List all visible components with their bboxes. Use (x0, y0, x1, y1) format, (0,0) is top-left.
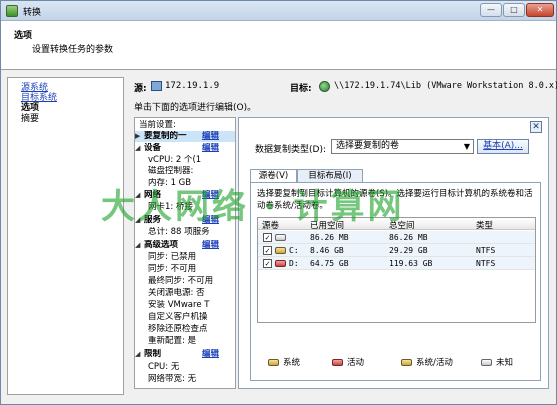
volume-checkbox[interactable]: ✓ (263, 259, 272, 268)
used-space: 64.75 GB (310, 259, 349, 268)
file-system: NTFS (476, 259, 496, 268)
tree-item[interactable]: 网络带宽: 无 (148, 374, 235, 385)
app-icon (6, 5, 18, 17)
disk-system-icon (401, 359, 412, 366)
tree-item[interactable]: 同步: 已禁用 (148, 252, 235, 263)
tree-item[interactable]: 关闭源电源: 否 (148, 288, 235, 299)
tree-item[interactable]: 重新配置: 是 (148, 336, 235, 347)
page-subtitle: 设置转换任务的参数 (32, 45, 114, 55)
close-icon[interactable]: ✕ (530, 121, 542, 133)
disk-unknown-icon (481, 359, 492, 366)
close-button[interactable]: ✕ (526, 3, 554, 17)
copy-type-select[interactable]: 选择要复制的卷 ▼ (331, 139, 474, 154)
tree-section-devices[interactable]: ◢ 设备 编辑 (135, 143, 235, 154)
legend-system-active: 系统/活动 (401, 356, 453, 368)
disk-unknown-icon (275, 234, 286, 241)
column-header[interactable]: 类型 (476, 219, 493, 231)
watermark: 大人网络 · 计算网 (101, 187, 405, 227)
edit-link[interactable]: 编辑 (202, 240, 219, 251)
edit-link[interactable]: 编辑 (202, 349, 219, 360)
collapse-arrow-icon: ◢ (135, 144, 141, 152)
tree-item[interactable]: vCPU: 2 个(1 (148, 155, 235, 166)
expand-arrow-icon: ▶ (135, 132, 141, 140)
used-space: 8.46 GB (310, 246, 344, 255)
nav-source-system[interactable]: 源系统 (21, 83, 48, 93)
tree-header: 当前设置: (139, 120, 176, 130)
copy-type-label: 数据复制类型(D): (255, 145, 326, 155)
converter-window: 转换 — □ ✕ 选项 设置转换任务的参数 源系统 目标系统 选项 摘要 源: … (0, 0, 557, 405)
tree-item[interactable]: 同步: 不可用 (148, 264, 235, 275)
target-label: 目标: (290, 84, 312, 94)
tree-item[interactable]: 自定义客户机操 (148, 312, 235, 323)
tree-item[interactable]: 总计: 88 项服务 (148, 227, 235, 238)
tree-section-advanced[interactable]: ◢ 高级选项 编辑 (135, 240, 235, 251)
wizard-nav: 源系统 目标系统 选项 摘要 (7, 77, 124, 395)
legend-active: 活动 (332, 356, 364, 368)
network-share-icon (319, 81, 330, 92)
drive-letter: D: (289, 259, 299, 268)
edit-link[interactable]: 编辑 (202, 131, 219, 142)
options-detail-panel: ✕ 数据复制类型(D): 选择要复制的卷 ▼ 基本(A)... 源卷(V) 目标… (238, 117, 549, 389)
used-space: 86.26 MB (310, 233, 349, 242)
volume-table: 源卷 已用空间 总空间 类型 ✓ 86.26 MB 86.26 MB ✓ C: (257, 217, 536, 323)
total-space: 29.29 GB (389, 246, 428, 255)
edit-link[interactable]: 编辑 (202, 143, 219, 154)
legend-unknown: 未知 (481, 356, 513, 368)
page-title: 选项 (14, 31, 33, 41)
table-row[interactable]: ✓ C: 8.46 GB 29.29 GB NTFS (258, 244, 535, 257)
total-space: 119.63 GB (389, 259, 433, 268)
tree-item[interactable]: 磁盘控制器: (148, 166, 235, 177)
page-header: 选项 设置转换任务的参数 (1, 21, 556, 70)
table-row[interactable]: ✓ D: 64.75 GB 119.63 GB NTFS (258, 257, 535, 270)
instruction-text: 单击下面的选项进行编辑(O)。 (134, 103, 257, 113)
tree-item[interactable]: 安装 VMware T (148, 300, 235, 311)
volume-checkbox[interactable]: ✓ (263, 233, 272, 242)
chevron-down-icon: ▼ (463, 142, 470, 151)
options-tree: 当前设置: ▶ 要复制的一 编辑 ◢ 设备 编辑 vCPU: 2 个(1 磁盘控制器… (134, 117, 236, 389)
source-value: 172.19.1.9 (165, 81, 220, 91)
computer-icon (151, 81, 162, 91)
nav-summary: 摘要 (21, 114, 40, 124)
maximize-button[interactable]: □ (503, 3, 525, 17)
disk-system-icon (275, 247, 286, 254)
target-value: \\172.19.1.74\Lib (VMware Workstation 8.… (334, 81, 557, 91)
window-title: 转换 (23, 8, 42, 18)
disk-active-icon (332, 359, 343, 366)
collapse-arrow-icon: ◢ (135, 241, 141, 249)
drive-letter: C: (289, 246, 299, 255)
disk-active-icon (275, 260, 286, 267)
volume-checkbox[interactable]: ✓ (263, 246, 272, 255)
title-bar[interactable]: 转换 — □ ✕ (1, 1, 556, 21)
nav-target-system[interactable]: 目标系统 (21, 93, 57, 103)
tree-item[interactable]: 最终同步: 不可用 (148, 276, 235, 287)
file-system: NTFS (476, 246, 496, 255)
minimize-button[interactable]: — (480, 3, 502, 17)
collapse-arrow-icon: ◢ (135, 350, 141, 358)
legend-system: 系统 (268, 356, 300, 368)
tree-item[interactable]: CPU: 无 (148, 362, 235, 373)
table-row[interactable]: ✓ 86.26 MB 86.26 MB (258, 231, 535, 244)
disk-system-icon (268, 359, 279, 366)
total-space: 86.26 MB (389, 233, 428, 242)
nav-options: 选项 (21, 103, 40, 113)
tree-section-limits[interactable]: ◢ 限制 编辑 (135, 349, 235, 360)
source-label: 源: (134, 84, 147, 94)
tree-section-data-to-copy[interactable]: ▶ 要复制的一 编辑 (135, 131, 235, 142)
tree-item[interactable]: 移除还原检查点 (148, 324, 235, 335)
basic-button[interactable]: 基本(A)... (477, 139, 529, 154)
